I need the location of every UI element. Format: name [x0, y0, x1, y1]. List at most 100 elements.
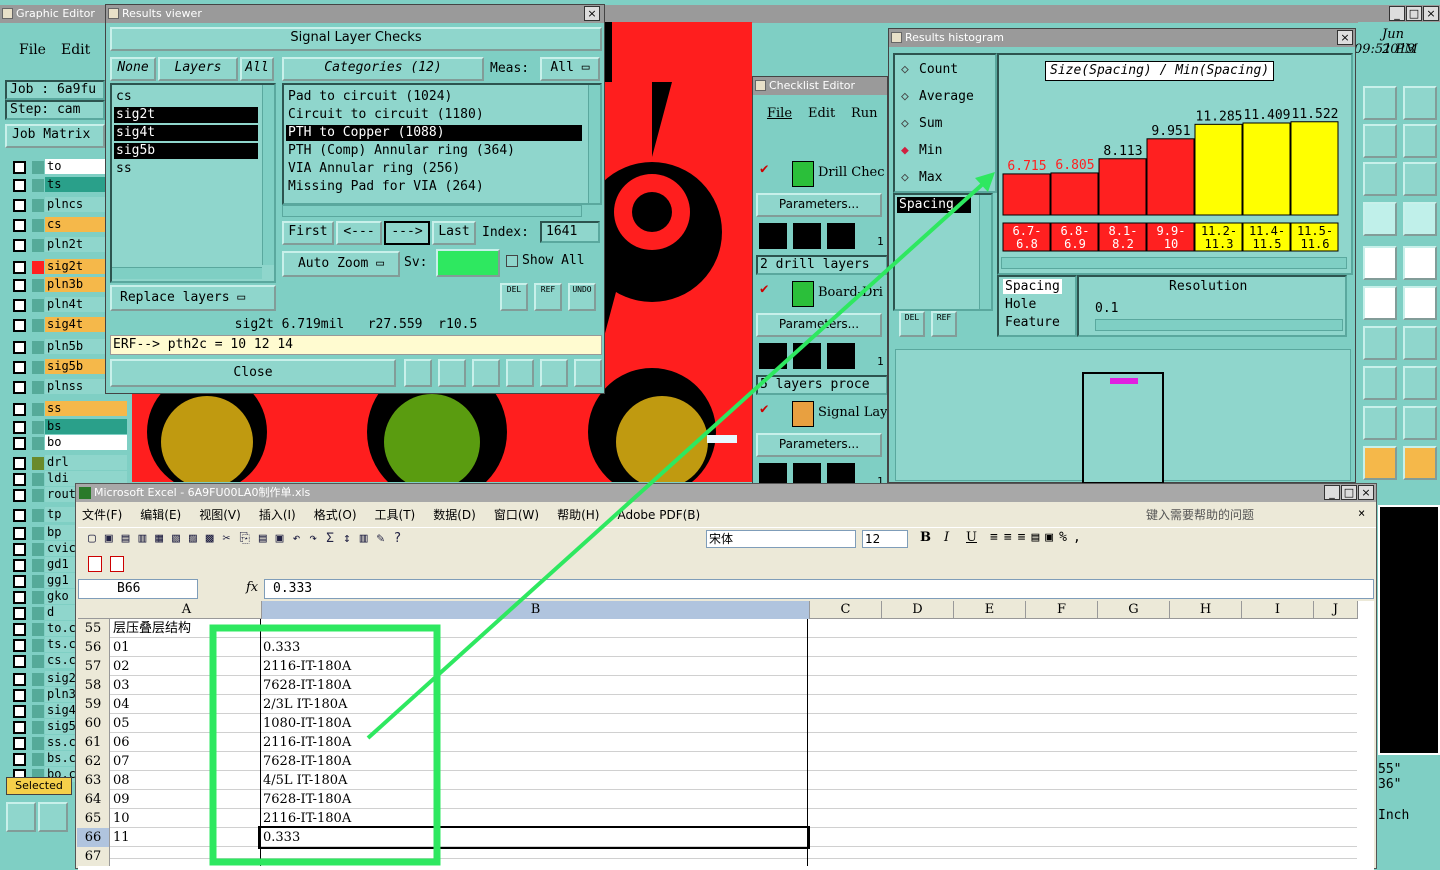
route-icon[interactable] — [1403, 446, 1437, 480]
spacing-item[interactable]: Spacing — [897, 197, 971, 213]
histogram-icon[interactable] — [574, 359, 602, 387]
layer-color-swatch[interactable] — [32, 161, 44, 174]
layer-checkbox[interactable] — [13, 457, 26, 470]
hist-ref-button[interactable]: REF — [931, 311, 957, 337]
mirror-icon[interactable] — [1403, 326, 1437, 360]
row-number[interactable]: 55 — [77, 619, 110, 638]
column-header[interactable]: I — [1242, 601, 1314, 619]
excel-titlebar[interactable]: Microsoft Excel - 6A9FU00LA0制作单.xls — [76, 484, 1376, 502]
cell-b[interactable]: 1080-IT-180A — [260, 714, 808, 733]
cell-a[interactable]: 07 — [111, 752, 261, 771]
cell-b[interactable]: 7628-IT-180A — [260, 752, 808, 771]
checklist-menu-file[interactable]: File — [767, 106, 792, 121]
excel-menu-item[interactable]: 插入(I) — [259, 508, 296, 522]
layer-checkbox[interactable] — [13, 199, 26, 212]
filter-hole[interactable]: Hole — [1003, 297, 1038, 312]
pdf-mail-icon[interactable] — [110, 556, 124, 572]
checklist-editor-titlebar[interactable]: Checklist Editor — [753, 77, 887, 95]
layer-checkbox[interactable] — [13, 753, 26, 766]
italic-button[interactable]: I — [944, 530, 949, 545]
excel-menu-item[interactable]: Adobe PDF(B) — [617, 508, 700, 522]
layer-color-swatch[interactable] — [32, 575, 44, 588]
excel-menu-item[interactable]: 窗口(W) — [494, 508, 539, 522]
layer-color-swatch[interactable] — [32, 737, 44, 750]
excel-menu-item[interactable]: 工具(T) — [375, 508, 416, 522]
cell-b[interactable]: 0.333 — [260, 638, 808, 657]
cell-a[interactable]: 11 — [111, 828, 261, 847]
category-hscroll[interactable] — [282, 205, 582, 217]
histogram-bar[interactable] — [1002, 173, 1051, 216]
measure-red2-icon[interactable] — [1403, 202, 1437, 236]
cell-a[interactable]: 08 — [111, 771, 261, 790]
layer-checkbox[interactable] — [13, 299, 26, 312]
cell-a[interactable]: 10 — [111, 809, 261, 828]
hist-option-sum[interactable]: ◇ Sum — [901, 115, 991, 133]
layer-checkbox[interactable] — [13, 161, 26, 174]
first-button[interactable]: First — [282, 221, 334, 245]
histogram-bar[interactable] — [1146, 138, 1195, 216]
layer-color-swatch[interactable] — [32, 319, 44, 332]
result-layer-item[interactable]: sig5b — [114, 143, 258, 159]
hist-option-average[interactable]: ◇ Average — [901, 88, 991, 106]
layer-color-swatch[interactable] — [32, 473, 44, 486]
layer-color-swatch[interactable] — [32, 489, 44, 502]
cell-b[interactable] — [260, 619, 808, 638]
layer-color-swatch[interactable] — [32, 543, 44, 556]
layer-name[interactable]: bo — [45, 435, 127, 450]
snap-icon[interactable] — [1403, 124, 1437, 158]
layer-checkbox[interactable] — [13, 473, 26, 486]
erf-icon[interactable] — [472, 359, 500, 387]
column-header[interactable]: E — [954, 601, 1026, 619]
checklist-item-signal[interactable]: ✔ Signal Lay — [756, 401, 887, 431]
rotate-icon[interactable] — [1363, 326, 1397, 360]
checklist-menu-run[interactable]: Run — [851, 106, 878, 121]
category-item[interactable]: Missing Pad for VIA (264) — [286, 179, 582, 195]
last-button[interactable]: Last — [432, 221, 476, 245]
job-matrix-button[interactable]: Job Matrix — [5, 124, 105, 148]
bold-button[interactable]: B — [920, 530, 931, 545]
result-layer-item[interactable]: sig2t — [114, 107, 258, 123]
run-icon[interactable] — [827, 223, 855, 249]
category-item[interactable]: Circuit to circuit (1180) — [286, 107, 582, 123]
window-close-button[interactable]: × — [1423, 6, 1439, 21]
close-button[interactable]: Close — [110, 359, 396, 387]
replace-layers-button[interactable]: Replace layers ▭ — [110, 285, 276, 311]
layer-color-swatch[interactable] — [32, 421, 44, 434]
cell-b[interactable]: 0.333 — [258, 826, 810, 849]
layer-color-swatch[interactable] — [32, 559, 44, 572]
layer-color-swatch[interactable] — [32, 179, 44, 192]
layer-color-swatch[interactable] — [32, 199, 44, 212]
histogram-close-button[interactable]: × — [1337, 30, 1353, 45]
layer-checkbox[interactable] — [13, 381, 26, 394]
align-buttons[interactable]: ≡≡≡▤▣%, — [990, 530, 1087, 545]
board-params-button[interactable]: Parameters... — [756, 313, 882, 337]
select-pointer-icon[interactable] — [1363, 446, 1397, 480]
histogram-bar[interactable] — [1194, 123, 1243, 216]
arc2-icon[interactable] — [1403, 406, 1437, 440]
layer-checkbox[interactable] — [13, 543, 26, 556]
results-viewer-titlebar[interactable]: Results viewer — [106, 5, 604, 23]
filter-spacing[interactable]: Spacing — [1003, 279, 1062, 294]
layer-checkbox[interactable] — [13, 279, 26, 292]
spacing-scrollbar[interactable] — [979, 195, 991, 309]
layer-color-swatch[interactable] — [32, 239, 44, 252]
resolution-slider[interactable] — [1095, 319, 1343, 331]
result-layer-item[interactable]: cs — [114, 89, 258, 105]
undo-button[interactable]: UNDO — [568, 283, 596, 311]
layer-checkbox[interactable] — [13, 403, 26, 416]
layer-checkbox[interactable] — [13, 437, 26, 450]
hist-option-count[interactable]: ◇ Count — [901, 61, 991, 79]
run-icon[interactable] — [793, 223, 821, 249]
del-button[interactable]: DEL — [500, 283, 528, 311]
menu-file[interactable]: File — [19, 42, 46, 58]
layer-checkbox[interactable] — [13, 319, 26, 332]
column-header[interactable]: H — [1170, 601, 1242, 619]
window-view-icon[interactable] — [1403, 86, 1437, 120]
row-number[interactable]: 61 — [77, 733, 110, 752]
cell-a[interactable] — [111, 847, 261, 866]
cell-a[interactable]: 02 — [111, 657, 261, 676]
column-header[interactable]: D — [882, 601, 954, 619]
cell-b[interactable]: 2116-IT-180A — [260, 733, 808, 752]
layer-checkbox[interactable] — [13, 361, 26, 374]
zoom-home-icon[interactable] — [6, 802, 36, 832]
